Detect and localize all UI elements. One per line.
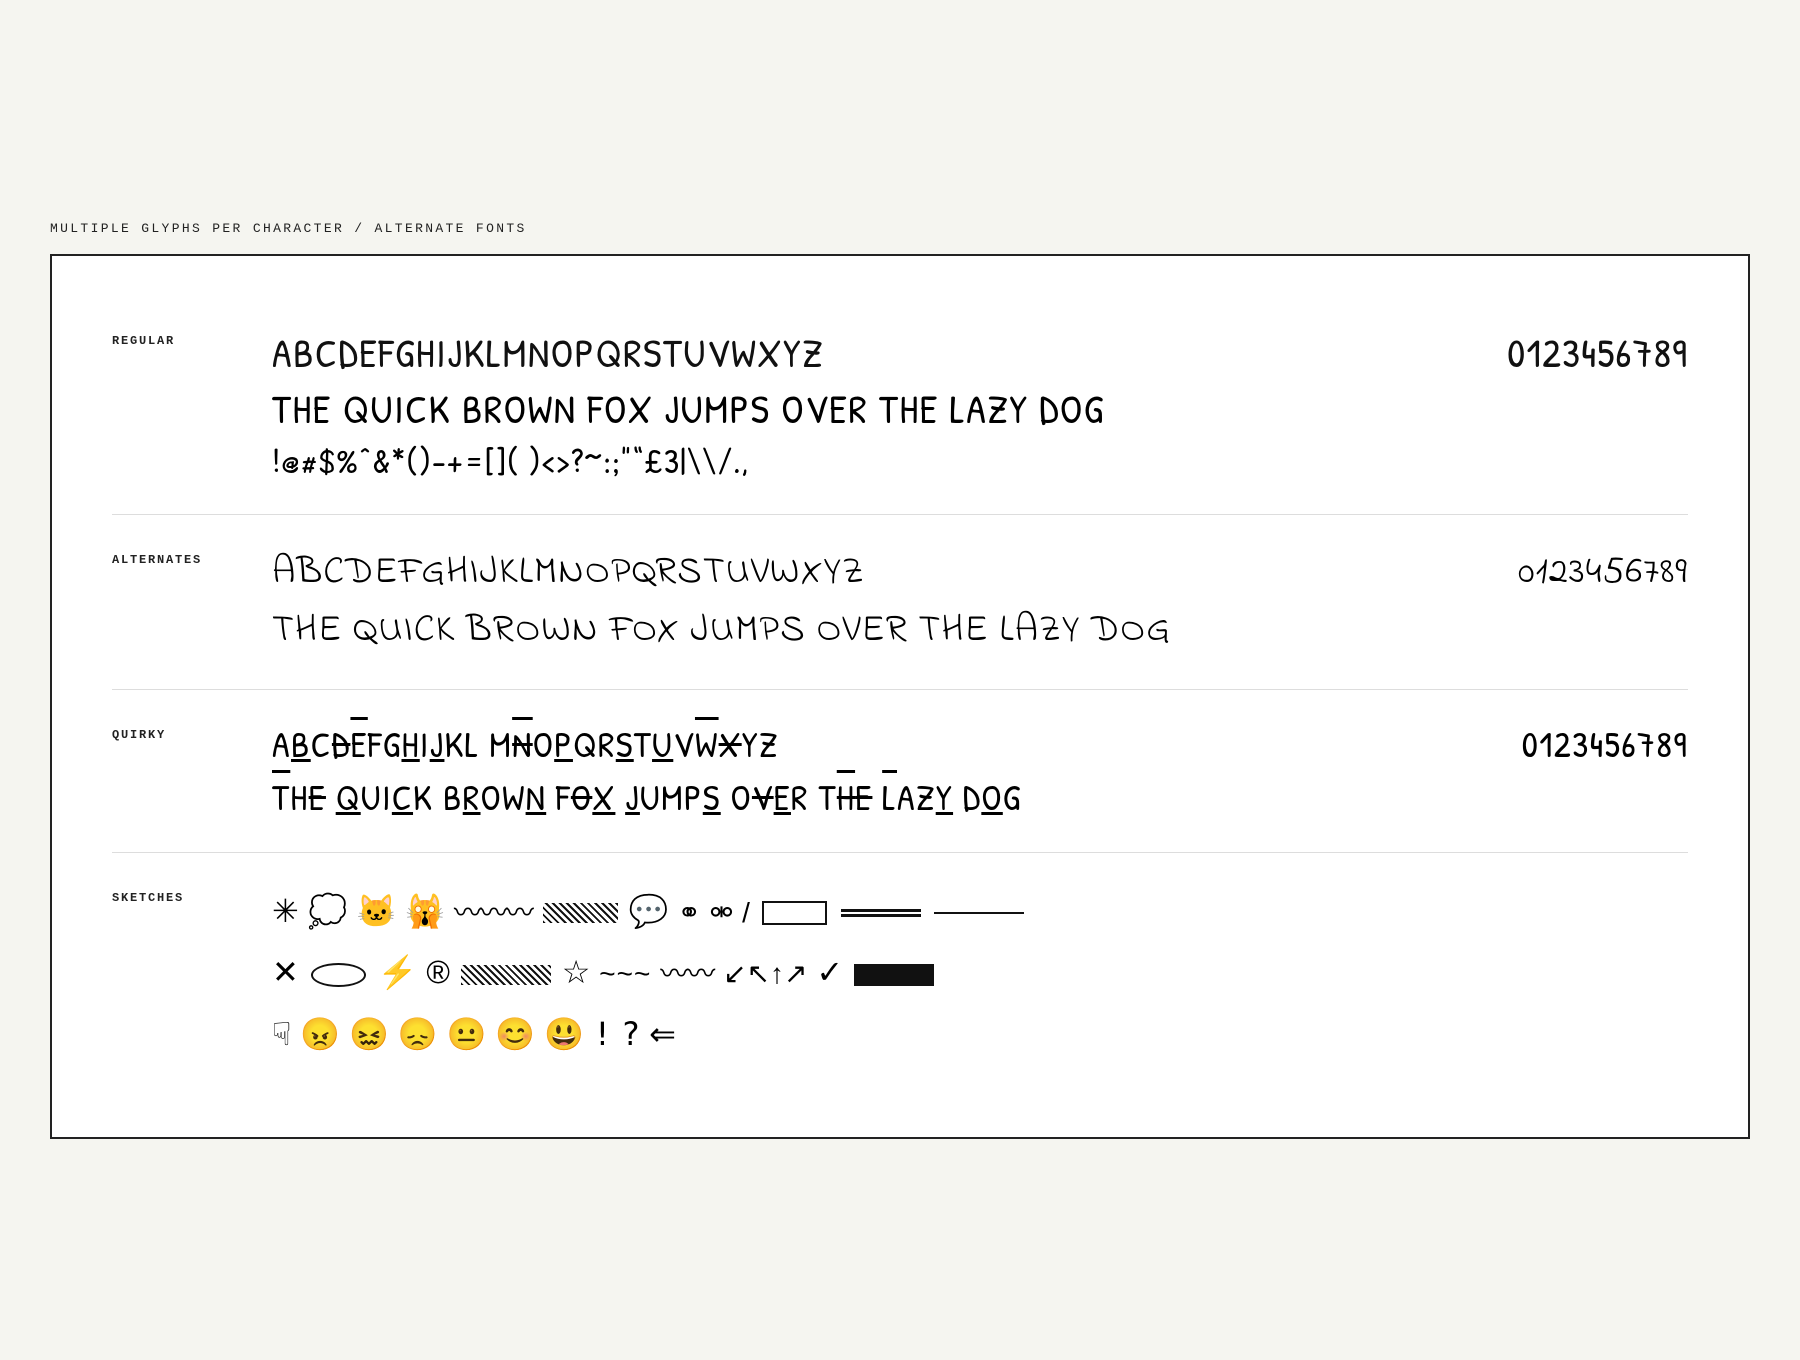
sketch-tilde: ~~~ bbox=[599, 958, 651, 989]
sketch-x: ✕ bbox=[272, 954, 299, 990]
sketch-oval bbox=[311, 963, 366, 987]
alternates-alphabet: ABCDEFGHIJKLMNOPQRSTUVWXYZ bbox=[272, 545, 865, 601]
regular-line2: THE QUICK BROWN FOX JUMPS OVER THE LAZY … bbox=[272, 382, 1688, 436]
sketch-annoyed: 😖 bbox=[349, 1016, 389, 1052]
regular-line1: ABCDEFGHIJKLMNOPQRSTUVWXYZ 0123456789 bbox=[272, 326, 1688, 380]
sketches-line1: ✳ 💭 🐱 🙀 〰〰〰 💬 ⚭ ⚮ / bbox=[272, 883, 1688, 941]
sketch-question: ? bbox=[621, 1015, 640, 1053]
quirky-row: QUIRKY ABCDEFGHIJKL MNOPQRSTUVWXYZ 01234… bbox=[112, 690, 1688, 852]
sketch-grin: 😃 bbox=[544, 1016, 584, 1052]
regular-row: REGULAR ABCDEFGHIJKLMNOPQRSTUVWXYZ 01234… bbox=[112, 296, 1688, 514]
quirky-label: QUIRKY bbox=[112, 720, 272, 742]
sketch-catcry: 🙀 bbox=[405, 893, 445, 929]
regular-alphabet: ABCDEFGHIJKLMNOPQRSTUVWXYZ bbox=[272, 326, 824, 380]
sketch-leftarrow: ⇐ bbox=[649, 1016, 676, 1052]
sketch-speech: 💬 bbox=[629, 893, 669, 929]
sketch-waves: 〰〰〰 bbox=[454, 897, 532, 928]
quirky-alphabet: ABCDEFGHIJKL MNOPQRSTUVWXYZ bbox=[272, 720, 779, 769]
alternates-line1: ABCDEFGHIJKLMNOPQRSTUVWXYZ 0123456789 bbox=[272, 545, 1688, 601]
sketch-lightning: ⚡ bbox=[378, 954, 418, 990]
sketches-line2: ✕ ⚡ ® ☆ ~~~ 〰〰 ↙↖↑↗ ✓ bbox=[272, 944, 1688, 1002]
sketch-asterisk: ✳ bbox=[272, 893, 299, 929]
regular-line3: !@#$%^&*()-+=[]( )<>?~:;"“£3|\\/., bbox=[272, 438, 1688, 484]
quirky-line1: ABCDEFGHIJKL MNOPQRSTUVWXYZ 0123456789 bbox=[272, 720, 1688, 769]
sketch-doubleline bbox=[839, 893, 923, 929]
regular-label: REGULAR bbox=[112, 326, 272, 348]
regular-content: ABCDEFGHIJKLMNOPQRSTUVWXYZ 0123456789 TH… bbox=[272, 326, 1688, 484]
alternates-line2: THE QUICK BROWN FOX JUMPS OVER THE LAZY … bbox=[272, 603, 1688, 659]
page-title: MULTIPLE GLYPHS PER CHARACTER / ALTERNAT… bbox=[50, 221, 1750, 236]
quirky-content: ABCDEFGHIJKL MNOPQRSTUVWXYZ 0123456789 T… bbox=[272, 720, 1688, 822]
page-wrapper: MULTIPLE GLYPHS PER CHARACTER / ALTERNAT… bbox=[50, 221, 1750, 1140]
sketch-filled-rect bbox=[852, 954, 936, 990]
sketch-hatch bbox=[541, 893, 620, 929]
sketch-scribble bbox=[459, 954, 553, 990]
sketch-waves2: 〰〰 bbox=[660, 958, 714, 989]
sketch-arrows: ↙↖↑↗ bbox=[723, 958, 807, 989]
quirky-numbers: 0123456789 bbox=[1522, 720, 1688, 769]
sketch-catface: 🐱 bbox=[356, 893, 396, 929]
sketches-label: SKETCHES bbox=[112, 883, 272, 905]
sketch-singleline bbox=[932, 893, 1026, 929]
sketch-slash: / bbox=[742, 897, 750, 928]
alternates-row: ALTERNATES ABCDEFGHIJKLMNOPQRSTUVWXYZ 01… bbox=[112, 515, 1688, 689]
sketch-angry: 😠 bbox=[300, 1016, 340, 1052]
sketch-cloud: 💭 bbox=[308, 893, 348, 929]
sketch-smile: 😊 bbox=[495, 1016, 535, 1052]
sketch-star: ☆ bbox=[562, 954, 591, 990]
main-box: REGULAR ABCDEFGHIJKLMNOPQRSTUVWXYZ 01234… bbox=[50, 254, 1750, 1140]
sketch-exclaim: ! bbox=[593, 1015, 612, 1053]
quirky-line2: THE QUICK BROWN FOX JUMPS OVER THE LAZY … bbox=[272, 773, 1688, 822]
sketches-line3: ☟ 😠 😖 😞 😐 😊 😃 ! ? ⇐ bbox=[272, 1006, 1688, 1064]
sketch-hand: ☟ bbox=[272, 1016, 291, 1052]
alternates-label: ALTERNATES bbox=[112, 545, 272, 567]
alternates-numbers: 0123456789 bbox=[1518, 545, 1688, 601]
sketches-row: SKETCHES ✳ 💭 🐱 🙀 〰〰〰 💬 ⚭ ⚮ / bbox=[112, 853, 1688, 1088]
sketch-check: ✓ bbox=[816, 954, 843, 990]
sketch-person1: ⚭ bbox=[677, 897, 700, 928]
sketch-person2: ⚮ bbox=[710, 897, 733, 928]
sketch-sad: 😞 bbox=[398, 1016, 438, 1052]
alternates-content: ABCDEFGHIJKLMNOPQRSTUVWXYZ 0123456789 TH… bbox=[272, 545, 1688, 659]
sketches-content: ✳ 💭 🐱 🙀 〰〰〰 💬 ⚭ ⚮ / ✕ bbox=[272, 883, 1688, 1068]
regular-numbers: 0123456789 bbox=[1507, 326, 1688, 380]
sketch-neutral: 😐 bbox=[447, 1016, 487, 1052]
sketch-registered: ® bbox=[426, 954, 450, 990]
sketch-box1 bbox=[762, 901, 827, 925]
